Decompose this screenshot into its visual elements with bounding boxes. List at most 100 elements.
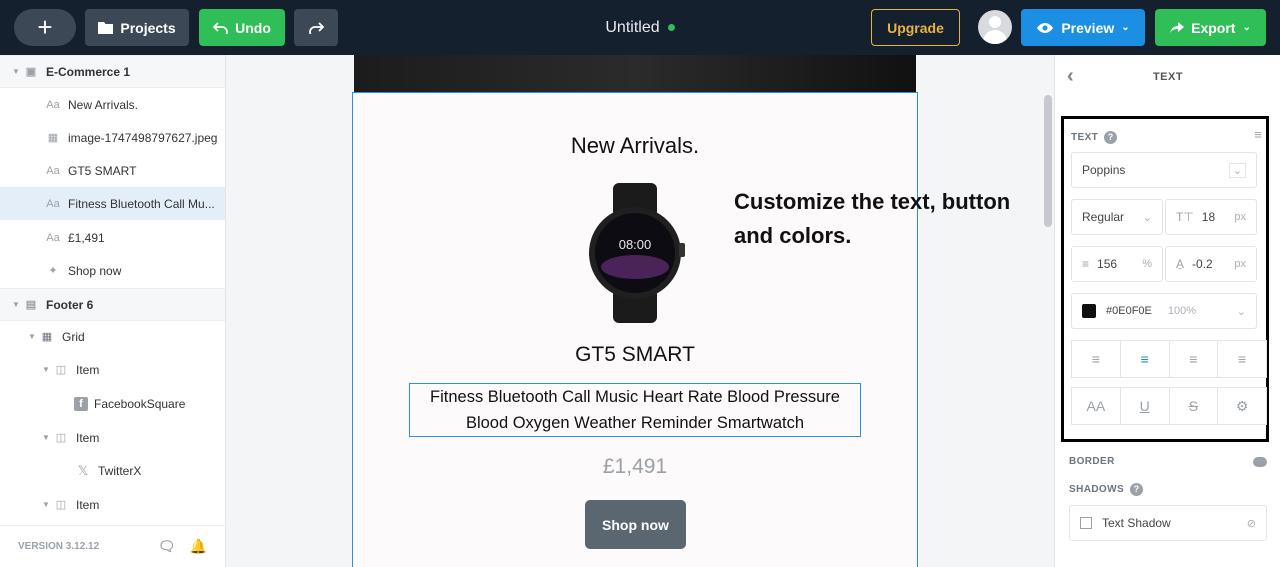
strikethrough-icon[interactable]: S (1170, 388, 1219, 424)
font-size-value: 18 (1201, 210, 1216, 224)
layer-label: GT5 SMART (68, 163, 137, 178)
chevron-down-icon[interactable]: ▼ (40, 500, 52, 509)
uppercase-button[interactable]: AA (1072, 388, 1121, 424)
layers-panel: ▼ ▣ E-Commerce 1 Aa New Arrivals. ▦ imag… (0, 55, 226, 567)
redo-button[interactable] (294, 9, 338, 46)
layer-price[interactable]: Aa £1,491 (0, 221, 225, 254)
align-center-icon[interactable]: ≡ (1121, 341, 1170, 377)
undo-icon (213, 21, 228, 34)
layer-new-arrivals[interactable]: Aa New Arrivals. (0, 88, 225, 121)
line-height-unit: % (1142, 258, 1152, 270)
chevron-down-icon[interactable]: ▼ (10, 300, 22, 309)
help-icon[interactable]: ? (1104, 131, 1118, 144)
projects-button[interactable]: Projects (85, 9, 189, 46)
preview-label: Preview (1061, 19, 1115, 36)
text-icon: Aa (46, 98, 60, 111)
layer-ecommerce[interactable]: ▼ ▣ E-Commerce 1 (0, 55, 225, 88)
layer-label: Fitness Bluetooth Call Mu... (68, 196, 215, 211)
chevron-down-icon[interactable]: ▼ (40, 365, 52, 374)
line-height-value: 156 (1097, 257, 1118, 271)
editor-canvas[interactable]: New Arrivals. 08:00 GT5 SMART Fitness Bl… (226, 55, 1054, 567)
document-title[interactable]: Untitled (560, 0, 720, 55)
layer-label: New Arrivals. (68, 97, 139, 112)
layer-grid[interactable]: ▼ ▦ Grid (0, 320, 225, 353)
eye-off-icon[interactable]: ⊘ (1247, 517, 1256, 530)
layer-facebook[interactable]: f FacebookSquare (0, 387, 225, 420)
x-icon: 𝕏 (77, 462, 89, 478)
left-footer: VERSION 3.12.12 🗨 🔔 (0, 525, 225, 567)
product-name[interactable]: GT5 SMART (353, 343, 917, 367)
text-color-field[interactable]: #0E0F0E 100% ⌄ (1071, 293, 1257, 329)
product-image[interactable]: 08:00 (565, 183, 705, 323)
panel-header: ‹ TEXT (1055, 55, 1280, 99)
checkbox-icon[interactable] (1080, 517, 1092, 529)
chevron-down-icon[interactable]: ▼ (40, 433, 52, 442)
menu-icon[interactable]: ≡ (1254, 127, 1262, 142)
help-icon[interactable]: ? (1130, 483, 1144, 496)
layer-gt5[interactable]: Aa GT5 SMART (0, 154, 225, 187)
tutorial-callout: Customize the text, button and colors. (734, 189, 1011, 248)
back-icon[interactable]: ‹ (1067, 65, 1074, 88)
panel-title: TEXT (1152, 71, 1184, 83)
chevron-down-icon: ⌄ (1242, 22, 1251, 33)
layer-label: image-1747498797627.jpeg (68, 130, 218, 145)
line-height-field[interactable]: ≡ 156 % (1071, 246, 1163, 282)
hero-image[interactable] (354, 55, 916, 92)
layer-item[interactable]: ▼ ◫ Item (0, 353, 225, 386)
chat-icon[interactable]: 🗨 (158, 538, 176, 555)
ecommerce-block[interactable]: New Arrivals. 08:00 GT5 SMART Fitness Bl… (352, 92, 918, 567)
text-section-label: TEXT? (1071, 131, 1118, 144)
facebook-icon: f (74, 396, 88, 411)
text-shadow-field[interactable]: Text Shadow ⊘ (1069, 505, 1267, 541)
heading-text[interactable]: New Arrivals. (353, 133, 917, 159)
chevron-down-icon[interactable]: ▼ (26, 332, 38, 341)
layer-image[interactable]: ▦ image-1747498797627.jpeg (0, 121, 225, 154)
upgrade-button[interactable]: Upgrade (871, 9, 960, 46)
product-price[interactable]: £1,491 (353, 455, 917, 479)
layer-label: Shop now (68, 263, 122, 278)
shadows-label-text: SHADOWS (1069, 484, 1125, 495)
layer-shop-now[interactable]: ✦ Shop now (0, 254, 225, 287)
color-swatch[interactable] (1082, 304, 1096, 318)
chevron-down-icon: ⌄ (1228, 162, 1246, 178)
layer-footer[interactable]: ▼ ▤ Footer 6 (0, 288, 225, 321)
border-label: BORDER (1069, 456, 1115, 467)
preview-button[interactable]: Preview ⌄ (1021, 9, 1145, 46)
click-icon: ✦ (48, 265, 58, 277)
layer-item[interactable]: ▼ ◫ Item (0, 421, 225, 454)
underline-icon[interactable]: U (1121, 388, 1170, 424)
chevron-down-icon[interactable]: ▼ (10, 67, 22, 76)
export-button[interactable]: Export ⌄ (1155, 9, 1266, 46)
font-weight-select[interactable]: Regular ⌄ (1071, 199, 1163, 235)
font-size-icon: T⊤ (1176, 210, 1194, 224)
layer-label: E-Commerce 1 (46, 64, 131, 79)
undo-button[interactable]: Undo (199, 9, 285, 46)
product-description[interactable]: Fitness Bluetooth Call Music Heart Rate … (409, 383, 861, 437)
avatar[interactable] (978, 10, 1012, 44)
canvas-scrollbar[interactable] (1044, 95, 1052, 227)
layer-twitterx[interactable]: 𝕏 TwitterX (0, 454, 225, 487)
title-text: Untitled (605, 18, 660, 36)
watch-time: 08:00 (619, 237, 652, 252)
add-button[interactable]: + (14, 9, 76, 46)
font-family-select[interactable]: Poppins ⌄ (1071, 152, 1257, 188)
align-right-icon[interactable]: ≡ (1170, 341, 1219, 377)
align-justify-icon[interactable]: ≡ (1218, 341, 1266, 377)
sliders-icon[interactable]: ⚙ (1218, 388, 1266, 424)
projects-label: Projects (120, 19, 176, 36)
color-opacity-value: 100% (1167, 305, 1197, 317)
layer-description[interactable]: Aa Fitness Bluetooth Call Mu... (0, 187, 225, 220)
item-icon: ◫ (55, 364, 67, 376)
item-icon: ◫ (55, 499, 67, 511)
border-toggle[interactable] (1253, 457, 1267, 467)
align-left-icon[interactable]: ≡ (1072, 341, 1121, 377)
letter-spacing-field[interactable]: A̱ -0.2 px (1165, 246, 1257, 282)
bell-icon[interactable]: 🔔 (190, 538, 207, 555)
properties-panel: ‹ TEXT TEXT? ≡ Poppins ⌄ Regular ⌄ T⊤ 18… (1054, 55, 1280, 567)
eye-icon (1037, 22, 1054, 33)
shop-now-button[interactable]: Shop now (585, 500, 686, 549)
layer-item[interactable]: ▼ ◫ Item (0, 488, 225, 521)
text-icon: Aa (46, 197, 60, 210)
layer-label: TwitterX (98, 463, 142, 478)
font-size-field[interactable]: T⊤ 18 px (1165, 199, 1257, 235)
